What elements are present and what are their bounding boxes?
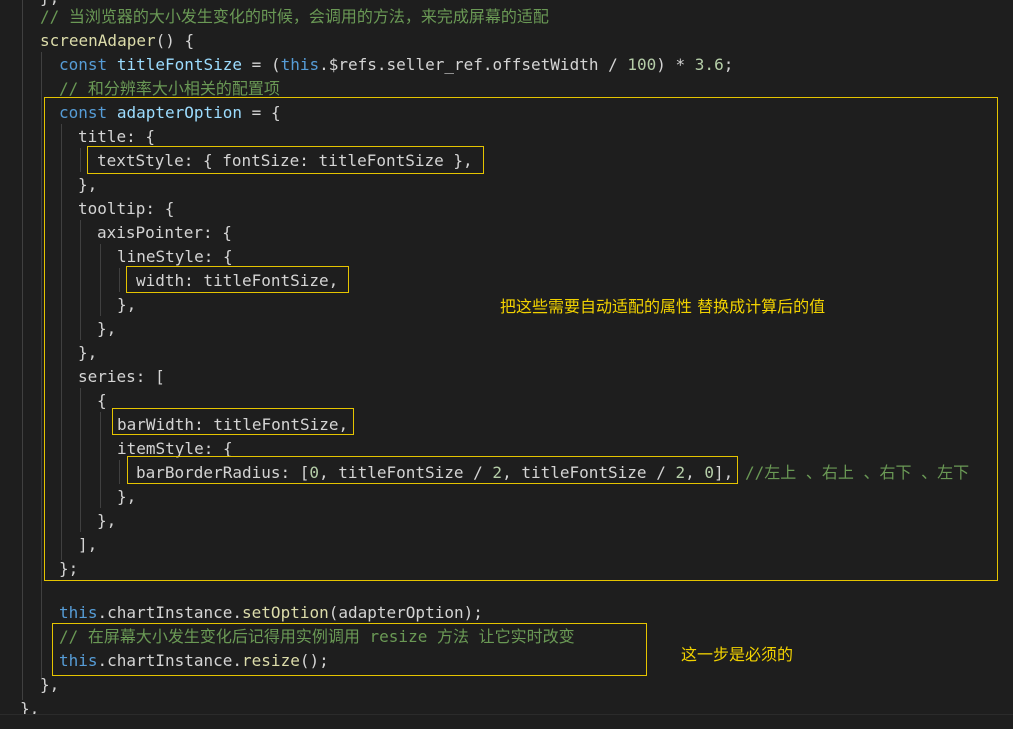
code-token: () { [155,31,195,50]
code-token: itemStyle: { [117,439,233,458]
code-line: // 在屏幕大小发生变化后记得用实例调用 resize 方法 让它实时改变 [59,625,575,649]
code-token: .chartInstance. [97,651,243,670]
annotation-required-note: 这一步是必须的 [681,645,794,664]
indent-guide [119,268,120,292]
code-line: // 当浏览器的大小发生变化的时候，会调用的方法，来完成屏幕的适配 [40,5,549,29]
code-line: tooltip: { [78,197,174,221]
code-line: }, [97,509,116,533]
code-token: barWidth: titleFontSize, [117,415,349,434]
code-token: ], [714,463,734,482]
code-token: barBorderRadius: [ [136,463,310,482]
number: 2 [492,463,503,482]
variable: titleFontSize [116,55,243,74]
code-line: width: titleFontSize, [136,269,338,293]
function-name: setOption [242,603,329,622]
code-token: textStyle: { fontSize: titleFontSize }, [97,151,473,170]
code-token: }; [59,559,79,578]
code-line: }, [117,485,136,509]
indent-guide [80,388,81,532]
code-line: lineStyle: { [117,245,233,269]
code-line: barWidth: titleFontSize, [117,413,348,437]
code-token: (adapterOption); [328,603,483,622]
code-line: }, [40,673,59,697]
keyword: this [59,651,98,670]
code-editor[interactable]: }, // 当浏览器的大小发生变化的时候，会调用的方法，来完成屏幕的适配 scr… [0,0,1013,729]
code-line: screenAdaper() { [40,29,194,53]
code-token: }, [78,343,98,362]
code-token: }, [40,675,60,694]
code-line: ], [78,533,97,557]
code-token: }, [97,511,117,530]
code-token: { [97,391,107,410]
function-name: resize [242,651,300,670]
code-line: }, [78,173,97,197]
code-token: = ( [242,55,281,74]
indent-guide [80,220,81,340]
code-line: //左上 、右上 、右下 、左下 [745,461,969,485]
code-token: width: titleFontSize, [136,271,339,290]
code-line: }, [78,341,97,365]
indent-guide [100,244,101,316]
number: 100 [627,55,657,74]
number: 2 [675,463,686,482]
keyword: const [59,103,108,122]
code-token: = { [242,103,281,122]
code-line: axisPointer: { [97,221,232,245]
code-token: lineStyle: { [117,247,233,266]
code-token: , [685,463,705,482]
code-line: title: { [78,125,155,149]
code-token: axisPointer: { [97,223,232,242]
code-token: .chartInstance. [97,603,243,622]
code-token: (); [299,651,329,670]
code-line: textStyle: { fontSize: titleFontSize }, [97,149,473,173]
code-token: ], [78,535,98,554]
indent-guide [61,124,62,560]
number: 3.6 [694,55,724,74]
code-line: }, [97,317,116,341]
annotation-replace-note: 把这些需要自动适配的属性 替换成计算后的值 [500,297,826,316]
indent-guide [22,0,23,700]
code-token: .$refs.seller_ref.offsetWidth / [319,55,628,74]
variable: adapterOption [116,103,243,122]
code-token: , titleFontSize / [502,463,676,482]
code-line: barBorderRadius: [0, titleFontSize / 2, … [136,461,733,485]
code-token: ; [723,55,734,74]
code-comment: // 和分辨率大小相关的配置项 [59,79,280,98]
code-comment: // 当浏览器的大小发生变化的时候，会调用的方法，来完成屏幕的适配 [40,7,549,26]
indent-guide [119,460,120,484]
code-token: }, [97,319,117,338]
indent-guide [41,52,42,680]
code-token: }, [78,175,98,194]
code-comment: //左上 、右上 、右下 、左下 [745,463,970,482]
code-token: }, [117,487,137,506]
keyword: this [280,55,320,74]
code-line: // 和分辨率大小相关的配置项 [59,77,280,101]
code-line: const titleFontSize = (this.$refs.seller… [59,53,733,77]
code-token: }, [117,295,137,314]
code-line: this.chartInstance.setOption(adapterOpti… [59,601,483,625]
code-token: ) * [656,55,695,74]
code-line: { [97,389,107,413]
code-token: tooltip: { [78,199,175,218]
editor-bottom-edge [0,714,1013,729]
code-token: title: { [78,127,156,146]
keyword: const [59,55,108,74]
code-line: }, [117,293,136,317]
code-line: }; [59,557,78,581]
code-token: series: [ [78,367,165,386]
code-token: , titleFontSize / [319,463,493,482]
indent-guide [100,412,101,508]
code-line: series: [ [78,365,165,389]
function-name: screenAdaper [40,31,156,50]
indent-guide [80,148,81,172]
code-line: this.chartInstance.resize(); [59,649,329,673]
keyword: this [59,603,98,622]
code-line: const adapterOption = { [59,101,281,125]
code-line: itemStyle: { [117,437,233,461]
number: 0 [704,463,714,482]
number: 0 [309,463,320,482]
code-comment: // 在屏幕大小发生变化后记得用实例调用 resize 方法 让它实时改变 [59,627,575,646]
